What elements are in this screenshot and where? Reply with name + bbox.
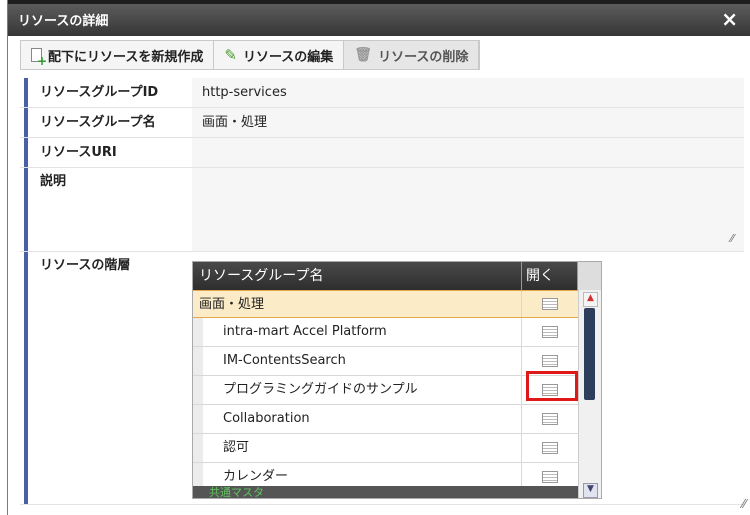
grid-body: 画面・処理 intra-mart Accel Platform IM-Conte… — [193, 290, 578, 492]
open-cell — [522, 291, 578, 317]
open-cell — [522, 318, 578, 346]
open-list-icon[interactable] — [542, 355, 558, 367]
hierarchy-container: リソースグループ名 開く 画面・処理 intra-mart Accel Plat… — [192, 252, 744, 504]
open-list-icon[interactable] — [542, 471, 558, 483]
open-list-icon[interactable] — [542, 442, 558, 454]
resource-uri-label: リソースURI — [24, 138, 192, 167]
grid-header: リソースグループ名 開く — [193, 262, 601, 290]
table-row[interactable]: 画面・処理 — [193, 290, 578, 318]
create-child-resource-button[interactable]: 配下にリソースを新規作成 — [21, 41, 215, 69]
group-name-value: 画面・処理 — [192, 108, 744, 137]
description-row: 説明 ⁄⁄ — [20, 168, 744, 252]
pencil-icon: ✎ — [224, 46, 237, 64]
edit-resource-label: リソースの編集 — [242, 49, 334, 65]
column-header-open[interactable]: 開く — [522, 262, 578, 290]
row-name: プログラミングガイドのサンプル — [193, 376, 522, 404]
open-cell — [522, 405, 578, 433]
group-name-label: リソースグループ名 — [24, 108, 192, 137]
group-name-row: リソースグループ名 画面・処理 — [20, 108, 744, 138]
row-name: Collaboration — [193, 405, 522, 433]
hierarchy-row: リソースの階層 リソースグループ名 開く 画面・処理 intra-mart Ac… — [20, 252, 744, 505]
close-icon[interactable]: × — [721, 7, 738, 31]
resource-uri-value — [192, 138, 744, 167]
scroll-down-icon[interactable]: ▼ — [583, 483, 598, 498]
hierarchy-label: リソースの階層 — [24, 252, 192, 504]
trash-icon: 🗑 — [354, 47, 373, 63]
resource-detail-form: リソースグループID http-services リソースグループ名 画面・処理… — [20, 78, 744, 505]
edit-resource-button[interactable]: ✎ リソースの編集 — [214, 41, 345, 69]
description-field[interactable]: ⁄⁄ — [192, 168, 744, 251]
open-list-icon[interactable] — [542, 298, 558, 310]
table-row[interactable]: プログラミングガイドのサンプル — [193, 376, 578, 405]
new-document-icon — [31, 48, 47, 67]
header-scroll-spacer — [578, 262, 601, 290]
hierarchy-grid: リソースグループ名 開く 画面・処理 intra-mart Accel Plat… — [192, 261, 602, 499]
row-name: IM-ContentsSearch — [193, 347, 522, 375]
resize-handle-icon[interactable]: ⁄⁄ — [730, 232, 734, 245]
table-row[interactable]: Collaboration — [193, 405, 578, 434]
description-label: 説明 — [24, 168, 192, 251]
partial-row-bottom[interactable]: 共通マスタ — [193, 486, 578, 498]
row-name: 認可 — [193, 434, 522, 462]
dialog-titlebar[interactable]: リソースの詳細 × — [8, 0, 750, 36]
resource-uri-row: リソースURI — [20, 138, 744, 168]
row-name: 画面・処理 — [193, 291, 522, 317]
open-cell — [522, 434, 578, 462]
open-list-icon[interactable] — [542, 413, 558, 425]
scroll-thumb[interactable] — [584, 308, 595, 400]
dialog-title: リソースの詳細 — [18, 14, 109, 29]
delete-resource-label: リソースの削除 — [378, 49, 469, 65]
toolbar: 配下にリソースを新規作成 ✎ リソースの編集 🗑 リソースの削除 — [20, 40, 481, 70]
highlight-box — [526, 371, 578, 401]
delete-resource-button[interactable]: 🗑 リソースの削除 — [344, 41, 480, 69]
column-header-name[interactable]: リソースグループ名 — [193, 262, 522, 290]
group-id-label: リソースグループID — [24, 78, 192, 107]
resource-detail-dialog: リソースの詳細 × 配下にリソースを新規作成 ✎ リソースの編集 🗑 リソースの… — [8, 0, 750, 515]
scroll-up-icon[interactable]: ▲ — [583, 292, 598, 307]
group-id-value: http-services — [192, 78, 744, 107]
group-id-row: リソースグループID http-services — [20, 78, 744, 108]
create-child-resource-label: 配下にリソースを新規作成 — [48, 49, 204, 65]
table-row[interactable]: intra-mart Accel Platform — [193, 318, 578, 347]
table-row[interactable]: 認可 — [193, 434, 578, 463]
table-row[interactable]: IM-ContentsSearch — [193, 347, 578, 376]
grid-vertical-scrollbar[interactable]: ▲ ▼ — [578, 290, 601, 498]
dialog-resize-icon[interactable]: ⁄⁄ — [742, 497, 746, 511]
row-name: intra-mart Accel Platform — [193, 318, 522, 346]
open-list-icon[interactable] — [542, 326, 558, 338]
background-window-edge — [0, 0, 8, 515]
